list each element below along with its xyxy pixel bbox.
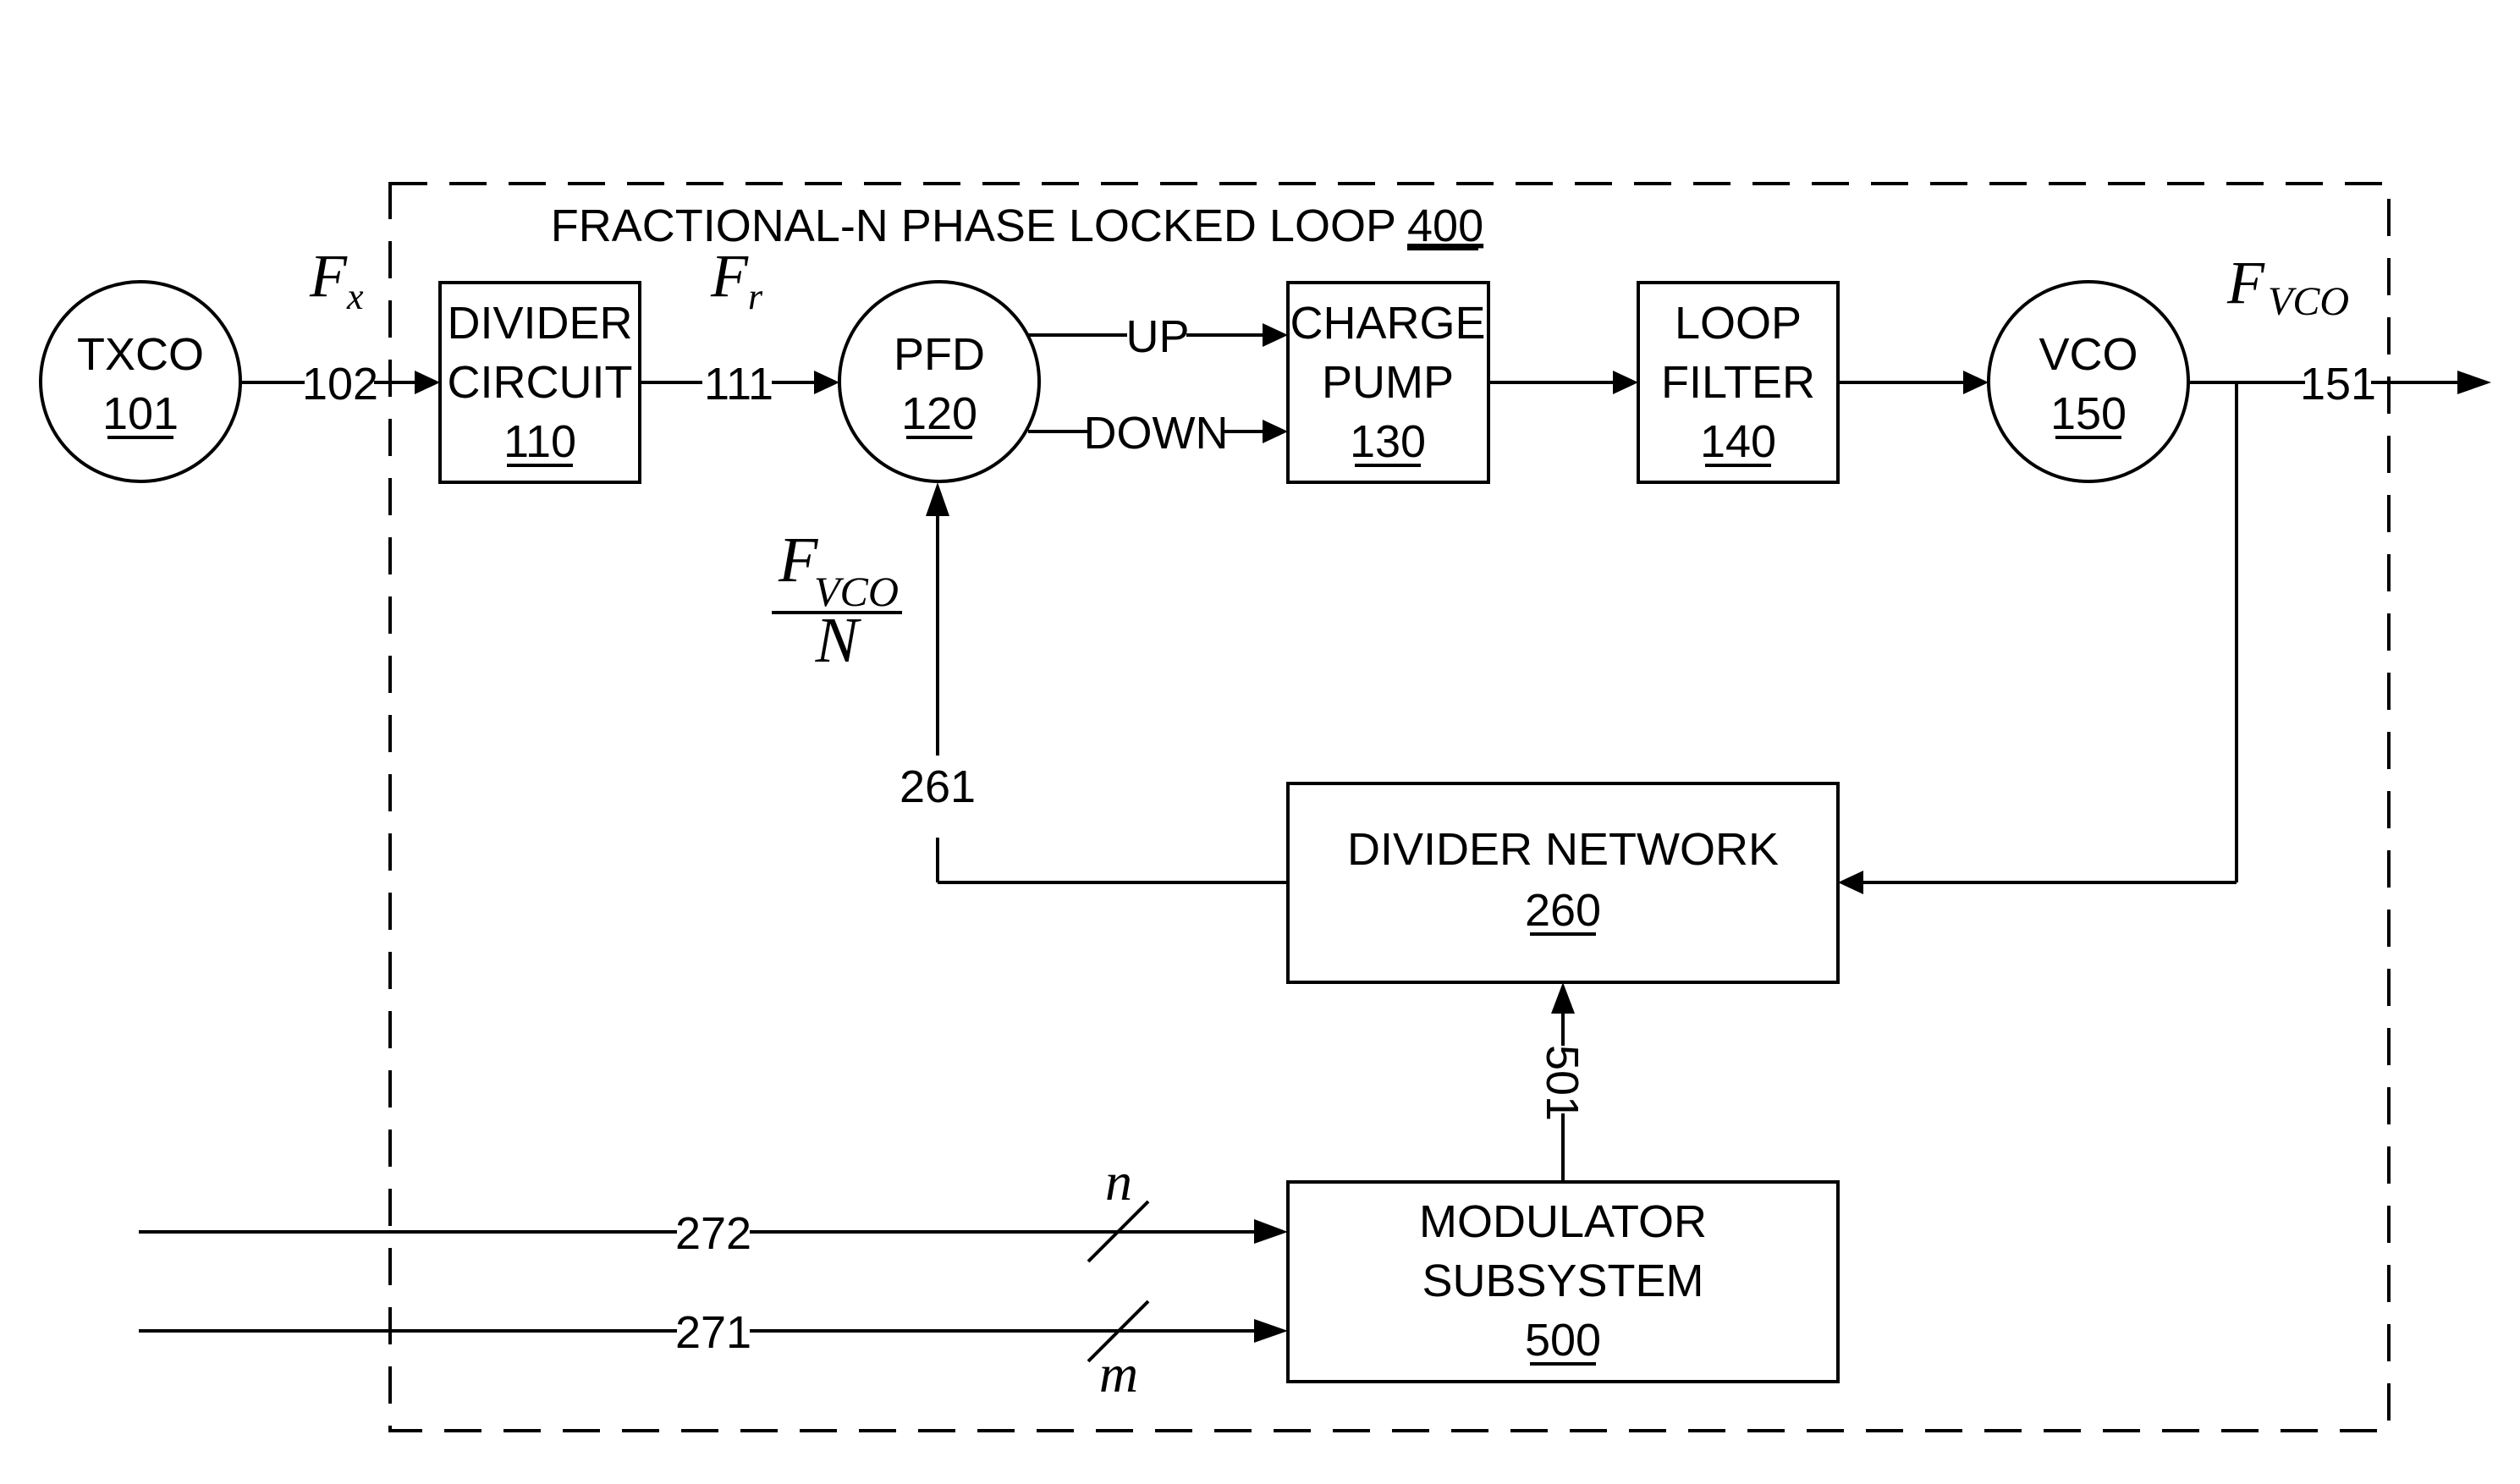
svg-text:VCO: VCO xyxy=(2268,279,2349,324)
pll-title-ref: 400 xyxy=(1407,201,1483,251)
arrowhead-261 xyxy=(926,482,949,516)
modulator-subsystem-block[interactable]: MODULATOR SUBSYSTEM 500 xyxy=(1286,1180,1840,1383)
signal-272-label: 272 xyxy=(675,1208,751,1259)
arrowhead-up xyxy=(1263,323,1288,347)
arrowhead-down xyxy=(1263,420,1288,443)
svg-text:F: F xyxy=(2226,249,2265,316)
arrowhead-271 xyxy=(1254,1319,1288,1343)
pfd-ref: 120 xyxy=(901,388,977,439)
svg-text:x: x xyxy=(346,276,364,317)
svg-text:r: r xyxy=(748,276,763,317)
arrowhead-cp-lf xyxy=(1613,371,1638,394)
signal-up-label: UP xyxy=(1125,311,1189,362)
arrowhead-lf-vco xyxy=(1963,371,1989,394)
pfd-label: PFD xyxy=(894,329,985,380)
vco-block[interactable]: VCO 150 xyxy=(1987,280,2190,483)
arrowhead-151 xyxy=(2457,371,2491,394)
svg-text:N: N xyxy=(815,605,862,676)
loop-filter-ref: 140 xyxy=(1700,416,1776,467)
modulator-label-2: SUBSYSTEM xyxy=(1422,1256,1703,1306)
loop-filter-label-1: LOOP xyxy=(1675,298,1802,349)
svg-text:F: F xyxy=(778,525,819,596)
txco-ref: 101 xyxy=(102,388,179,439)
divider-network-label: DIVIDER NETWORK xyxy=(1347,824,1779,875)
signal-501-label: 501 xyxy=(1537,1045,1587,1121)
modulator-label-1: MODULATOR xyxy=(1419,1196,1707,1247)
signal-111-label: 111 xyxy=(704,359,773,409)
pll-block-diagram: FRACTIONAL-N PHASE LOCKED LOOP 400 TXCO … xyxy=(39,182,2491,1432)
fvco-over-n-label: F VCO N xyxy=(772,525,902,676)
vco-label: VCO xyxy=(2039,329,2138,380)
charge-pump-label-1: CHARGE xyxy=(1290,298,1485,349)
fx-label: F x xyxy=(309,242,364,317)
divider-circuit-label-1: DIVIDER xyxy=(447,298,632,349)
arrowhead-272 xyxy=(1254,1219,1288,1244)
signal-261-label: 261 xyxy=(900,761,976,812)
txco-block[interactable]: TXCO 101 xyxy=(39,280,242,483)
divider-network-ref: 260 xyxy=(1525,885,1601,936)
arrowhead-501 xyxy=(1551,982,1575,1014)
txco-label: TXCO xyxy=(77,329,204,380)
vco-ref: 150 xyxy=(2050,388,2127,439)
signal-151-label: 151 xyxy=(2300,359,2376,409)
pll-title: FRACTIONAL-N PHASE LOCKED LOOP xyxy=(551,201,1396,251)
loop-filter-label-2: FILTER xyxy=(1661,357,1815,408)
signal-102-label: 102 xyxy=(302,359,378,409)
signal-down-label: DOWN xyxy=(1084,408,1229,459)
divider-circuit-block[interactable]: DIVIDER CIRCUIT 110 xyxy=(438,281,641,484)
fvco-output-label: F VCO xyxy=(2226,249,2349,324)
divider-circuit-ref: 110 xyxy=(503,416,576,467)
charge-pump-block[interactable]: CHARGE PUMP 130 xyxy=(1286,281,1490,484)
modulator-ref: 500 xyxy=(1525,1315,1601,1366)
arrowhead-102 xyxy=(415,371,440,394)
svg-text:F: F xyxy=(309,242,348,310)
charge-pump-label-2: PUMP xyxy=(1322,357,1454,408)
loop-filter-block[interactable]: LOOP FILTER 140 xyxy=(1637,281,1840,484)
arrowhead-feedback xyxy=(1838,871,1863,894)
bus-width-n-label: n xyxy=(1105,1151,1132,1212)
bus-width-m-label: m xyxy=(1099,1344,1138,1404)
divider-network-block[interactable]: DIVIDER NETWORK 260 xyxy=(1286,782,1840,984)
arrowhead-111 xyxy=(814,371,839,394)
charge-pump-ref: 130 xyxy=(1350,416,1426,467)
fr-label: F r xyxy=(710,242,763,317)
signal-271-label: 271 xyxy=(675,1307,751,1358)
svg-text:F: F xyxy=(710,242,749,310)
divider-circuit-label-2: CIRCUIT xyxy=(448,357,633,408)
pfd-block[interactable]: PFD 120 xyxy=(838,280,1041,483)
